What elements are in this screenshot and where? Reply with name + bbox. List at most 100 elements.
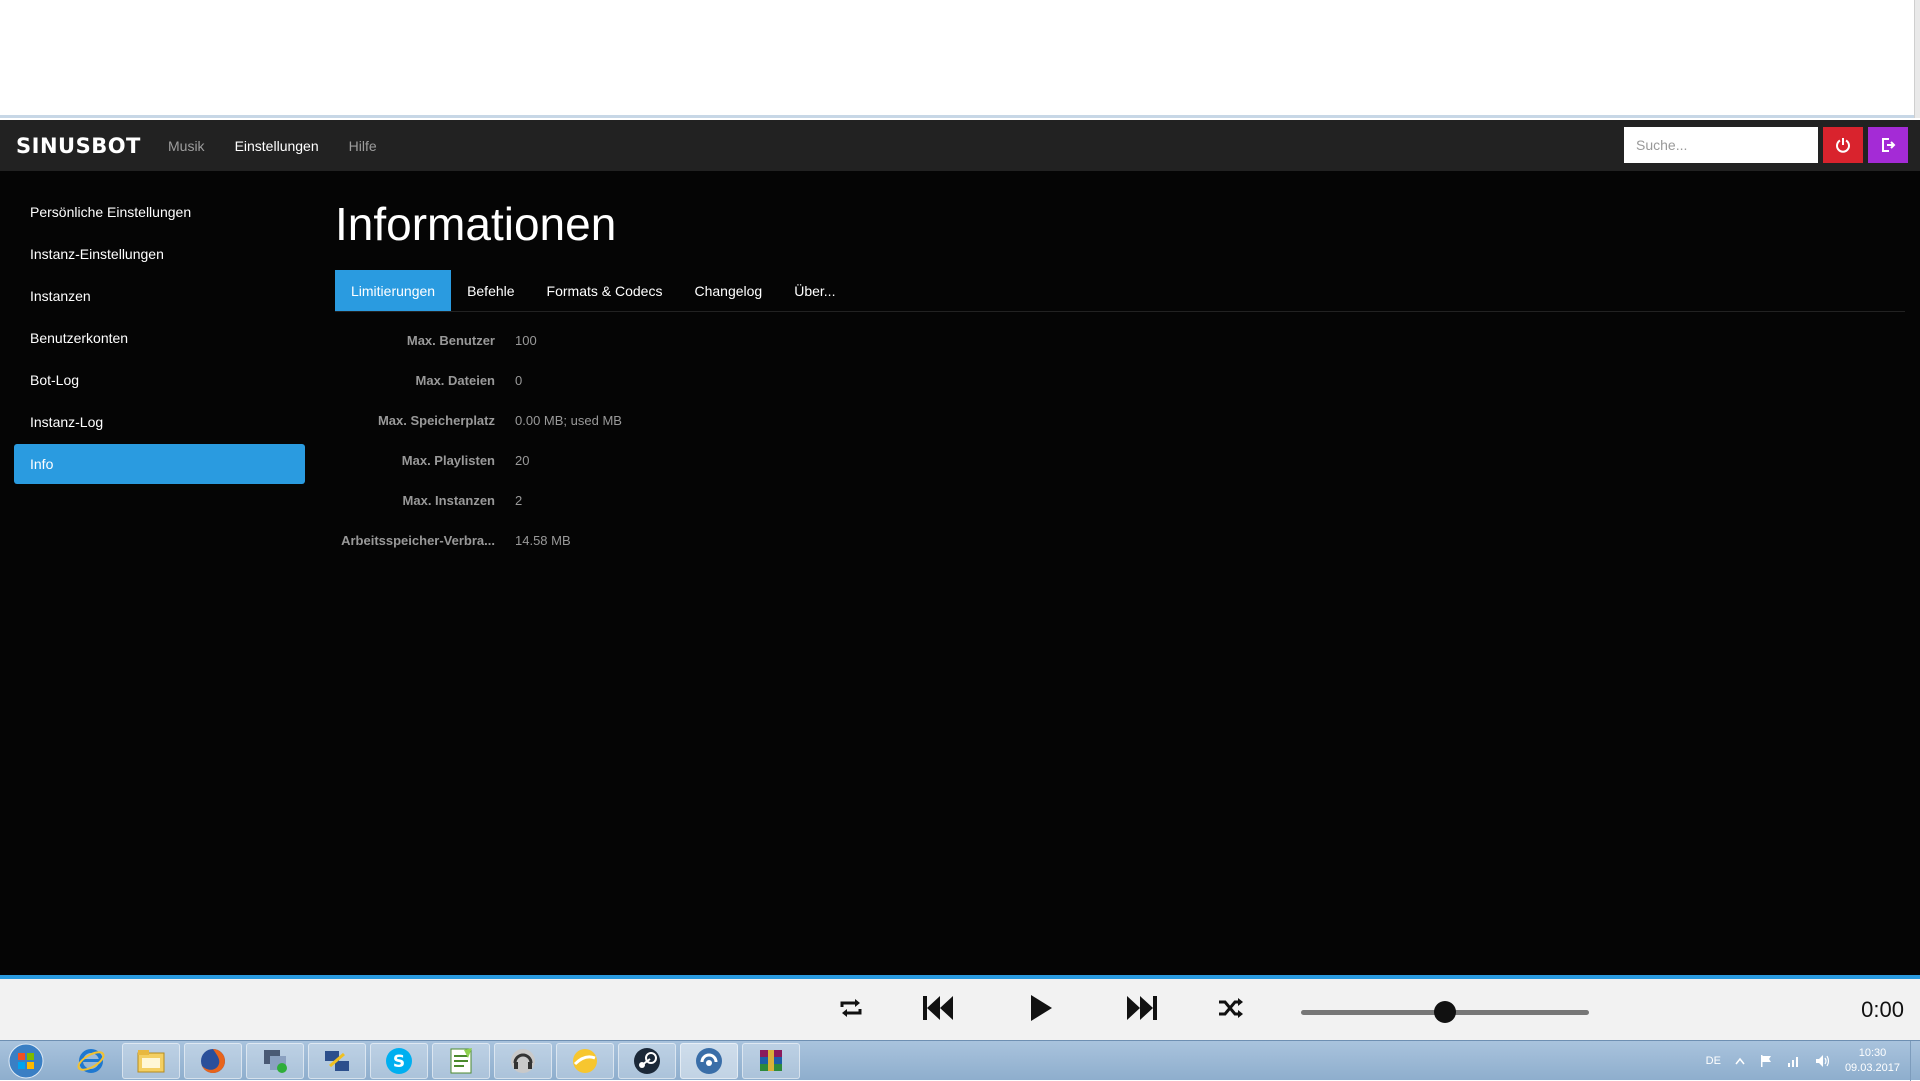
limits-table: Max. Benutzer 100 Max. Dateien 0 Max. Sp…: [335, 320, 1905, 560]
play-button[interactable]: [1026, 993, 1056, 1023]
shuffle-icon: [1219, 998, 1243, 1018]
taskbar-skype[interactable]: S: [370, 1043, 428, 1079]
network-icon[interactable]: [1787, 1054, 1801, 1068]
info-row: Max. Speicherplatz 0.00 MB; used MB: [335, 400, 1905, 440]
tab-befehle[interactable]: Befehle: [451, 270, 530, 311]
taskbar-internet-explorer[interactable]: [62, 1043, 120, 1079]
brand-logo[interactable]: SINUSBOT: [16, 134, 168, 158]
taskbar-headset-app[interactable]: [494, 1043, 552, 1079]
taskbar-remote-desktop[interactable]: [308, 1043, 366, 1079]
info-value: 100: [515, 332, 537, 348]
teamspeak-icon: [696, 1048, 722, 1074]
language-indicator[interactable]: DE: [1706, 1055, 1721, 1067]
taskbar-teamspeak[interactable]: [680, 1043, 738, 1079]
main-area: Persönliche Einstellungen Instanz-Einste…: [0, 171, 1920, 975]
logout-button[interactable]: [1868, 127, 1908, 163]
content-panel: Informationen Limitierungen Befehle Form…: [335, 171, 1905, 560]
internet-explorer-icon: [77, 1049, 105, 1073]
repeat-icon: [840, 999, 862, 1017]
taskbar-file-explorer[interactable]: [122, 1043, 180, 1079]
info-label: Max. Benutzer: [406, 332, 495, 348]
file-explorer-icon: [137, 1050, 165, 1073]
info-value: 20: [515, 452, 530, 468]
page-title: Informationen: [335, 198, 617, 250]
taskbar-notepad-plus[interactable]: [432, 1043, 490, 1079]
previous-button[interactable]: [920, 993, 956, 1023]
notepad-plus-icon: [450, 1048, 472, 1074]
volume-icon[interactable]: [1815, 1054, 1831, 1068]
taskbar-steam[interactable]: [618, 1043, 676, 1079]
info-label: Arbeitsspeicher-Verbra...: [341, 532, 495, 548]
previous-icon: [923, 996, 953, 1020]
browser-blank-area: [0, 0, 1920, 118]
top-navbar: SINUSBOT Musik Einstellungen Hilfe: [0, 120, 1920, 171]
clock-time: 10:30: [1858, 1047, 1887, 1059]
info-row: Max. Benutzer 100: [335, 320, 1905, 360]
info-value: 14.58 MB: [515, 532, 571, 548]
settings-sidebar: Persönliche Einstellungen Instanz-Einste…: [14, 192, 305, 486]
taskbar-network-tool[interactable]: [246, 1043, 304, 1079]
logout-icon: [1882, 138, 1896, 152]
sidebar-item-instance-log[interactable]: Instanz-Log: [14, 402, 305, 442]
sidebar-item-info[interactable]: Info: [14, 444, 305, 484]
svg-text:S: S: [393, 1052, 405, 1072]
show-desktop-button[interactable]: [1910, 1041, 1920, 1081]
nav-link-hilfe[interactable]: Hilfe: [349, 138, 377, 154]
network-tool-icon: [264, 1050, 287, 1073]
start-button[interactable]: [4, 1043, 48, 1079]
windows-start-icon: [8, 1043, 44, 1079]
show-hidden-icons-icon[interactable]: [1735, 1057, 1745, 1065]
tab-changelog[interactable]: Changelog: [678, 270, 778, 311]
power-icon: [1836, 138, 1850, 153]
nav-link-einstellungen[interactable]: Einstellungen: [235, 138, 319, 154]
repeat-button[interactable]: [836, 993, 866, 1023]
player-bar: 0:00: [0, 975, 1920, 1040]
info-value: 0.00 MB; used MB: [515, 412, 622, 428]
taskbar-firefox[interactable]: [184, 1043, 242, 1079]
taskbar-yellow-app[interactable]: [556, 1043, 614, 1079]
steam-icon: [634, 1048, 660, 1074]
system-tray: DE 10:30 09.03.2017: [1706, 1041, 1900, 1081]
info-row: Max. Dateien 0: [335, 360, 1905, 400]
action-center-flag-icon[interactable]: [1759, 1054, 1773, 1068]
sidebar-item-bot-log[interactable]: Bot-Log: [14, 360, 305, 400]
power-button[interactable]: [1823, 127, 1863, 163]
shuffle-button[interactable]: [1216, 993, 1246, 1023]
sidebar-item-instances[interactable]: Instanzen: [14, 276, 305, 316]
remote-desktop-icon: [325, 1051, 349, 1071]
playback-time: 0:00: [1861, 997, 1904, 1022]
play-icon: [1031, 995, 1052, 1021]
firefox-icon: [201, 1049, 225, 1073]
next-icon: [1127, 996, 1157, 1020]
sidebar-item-instance-settings[interactable]: Instanz-Einstellungen: [14, 234, 305, 274]
sidebar-item-user-accounts[interactable]: Benutzerkonten: [14, 318, 305, 358]
tab-ueber[interactable]: Über...: [778, 270, 851, 311]
winrar-icon: [760, 1050, 782, 1071]
clock-date: 09.03.2017: [1844, 1062, 1900, 1074]
search-input[interactable]: [1624, 127, 1818, 163]
taskbar-winrar[interactable]: [742, 1043, 800, 1079]
yellow-app-icon: [573, 1049, 597, 1073]
info-value: 2: [515, 492, 523, 508]
headset-app-icon: [511, 1049, 535, 1073]
info-label: Max. Dateien: [415, 372, 495, 388]
tab-formats-codecs[interactable]: Formats & Codecs: [531, 270, 679, 311]
info-value: 0: [515, 372, 523, 388]
skype-icon: S: [386, 1048, 412, 1074]
tab-limitierungen[interactable]: Limitierungen: [335, 270, 452, 311]
info-row: Max. Playlisten 20: [335, 440, 1905, 480]
info-row: Arbeitsspeicher-Verbra... 14.58 MB: [335, 520, 1905, 560]
next-button[interactable]: [1124, 993, 1160, 1023]
windows-taskbar: S DE 10:30 09.03.2017: [0, 1040, 1920, 1081]
nav-link-musik[interactable]: Musik: [168, 138, 205, 154]
info-tabs: Limitierungen Befehle Formats & Codecs C…: [335, 270, 1905, 312]
taskbar-clock[interactable]: 10:30 09.03.2017: [1845, 1046, 1900, 1076]
sidebar-item-personal-settings[interactable]: Persönliche Einstellungen: [14, 192, 305, 232]
browser-scrollbar[interactable]: [1914, 0, 1920, 118]
info-label: Max. Speicherplatz: [377, 412, 495, 428]
volume-slider-handle[interactable]: [1434, 1001, 1456, 1023]
info-row: Max. Instanzen 2: [335, 480, 1905, 520]
info-label: Max. Instanzen: [402, 492, 495, 508]
navbar-actions: [1624, 127, 1908, 163]
info-label: Max. Playlisten: [401, 452, 495, 468]
